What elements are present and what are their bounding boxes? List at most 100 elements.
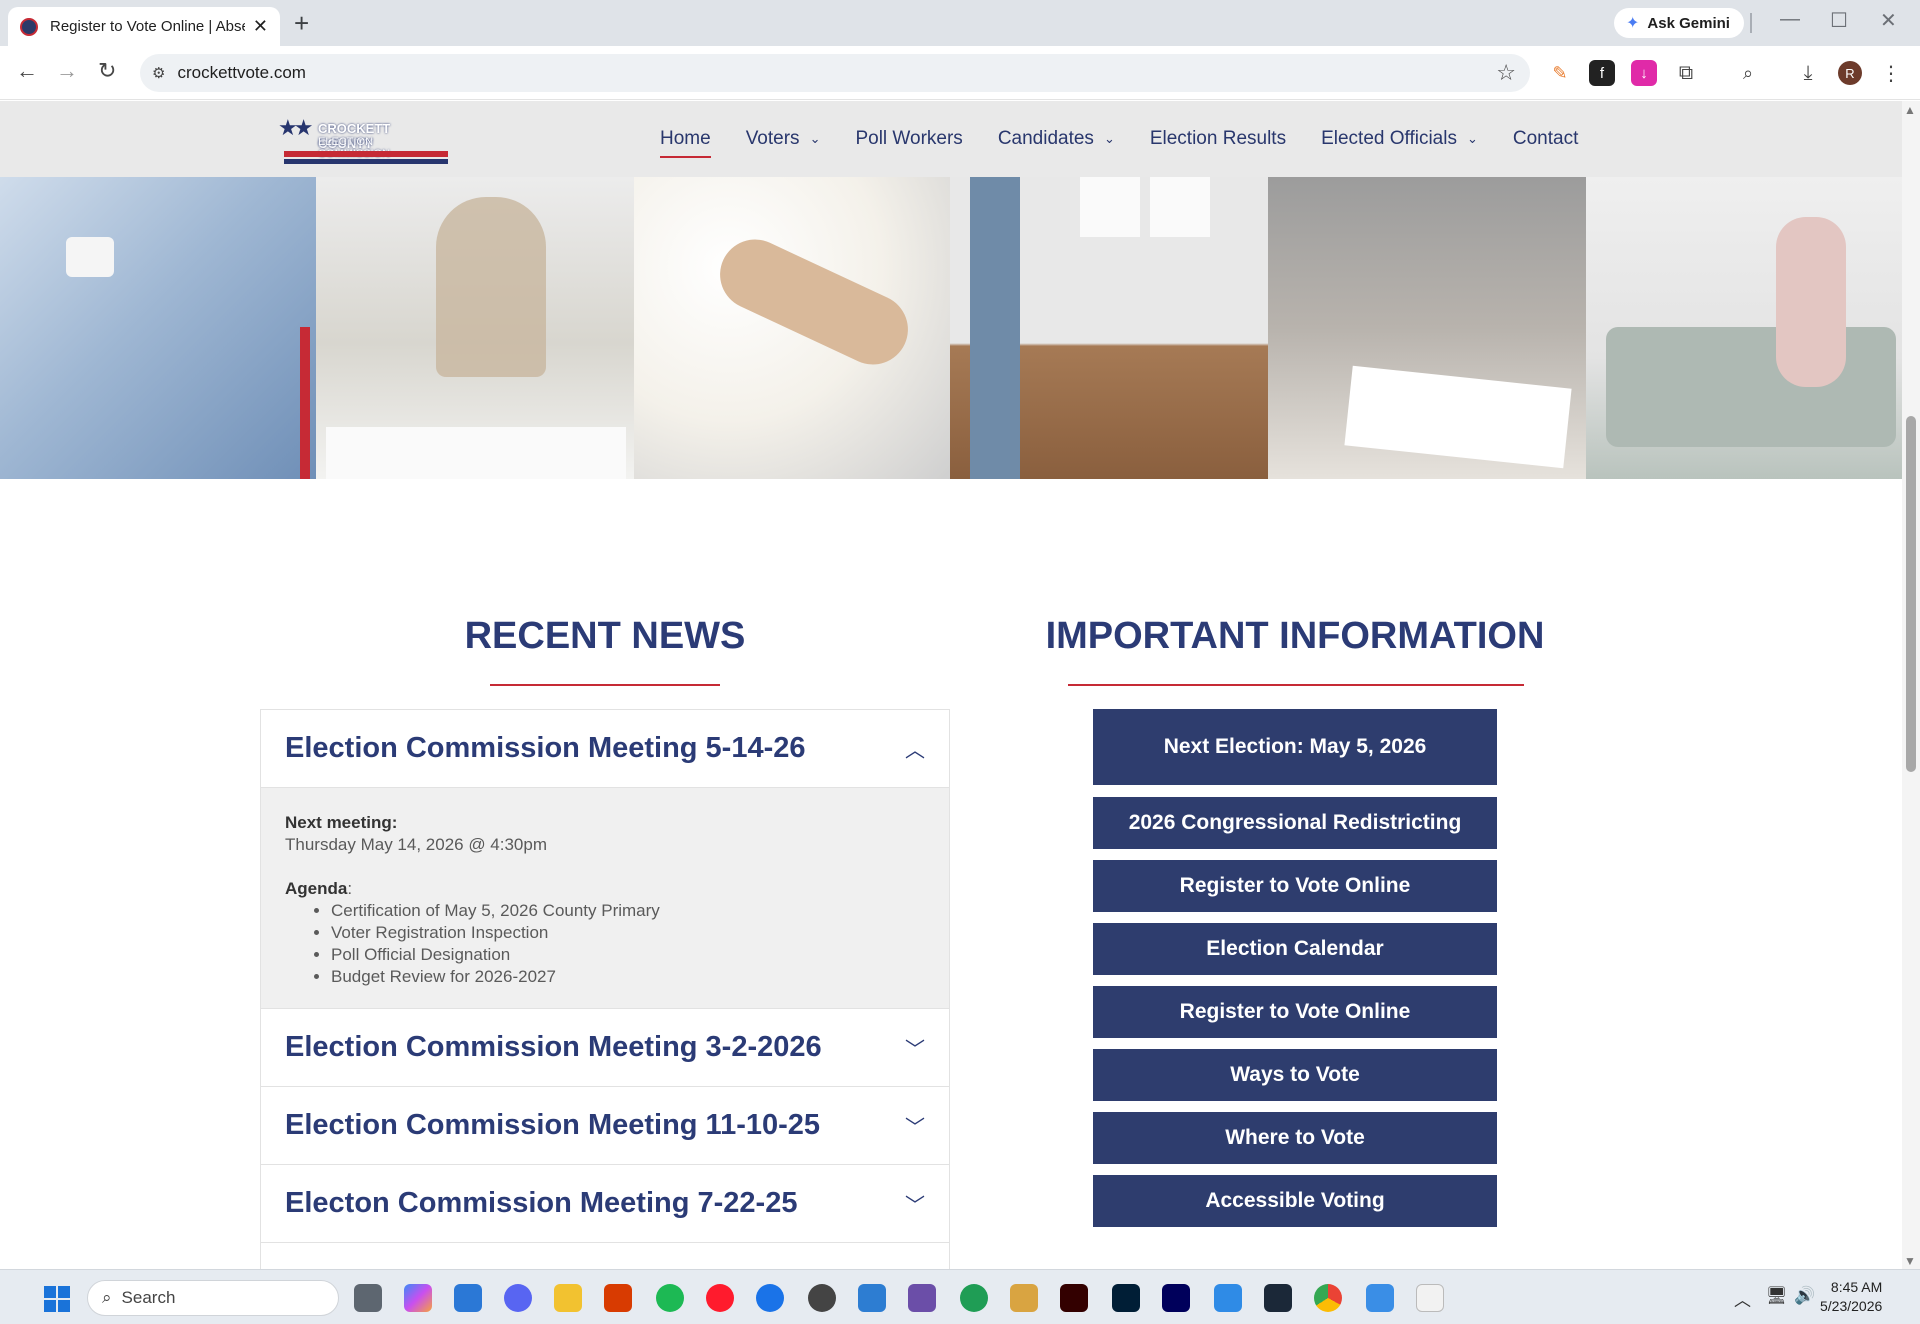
close-window-icon[interactable]: ✕ — [1880, 8, 1897, 33]
news-accordion: Election Commission Meeting 5-14-26 ︿ Ne… — [260, 709, 950, 1269]
hero-photo-strip — [0, 177, 1902, 479]
person-shape — [436, 197, 546, 377]
nav-home-label: Home — [660, 128, 711, 149]
network-icon[interactable]: 🖥 — [1766, 1286, 1788, 1306]
logo-blue-stripe — [284, 159, 448, 164]
site-settings-icon[interactable]: ⚙ — [152, 64, 165, 82]
main-navigation: Home Voters ⌄ Poll Workers Candidates ⌄ El… — [660, 101, 1613, 177]
nav-voters-label: Voters — [745, 128, 800, 149]
hero-photo-voting-booths — [950, 177, 1268, 479]
volume-icon[interactable]: 🔊 — [1794, 1286, 1815, 1306]
green-app-icon[interactable] — [960, 1284, 988, 1312]
nav-election-results[interactable]: Election Results — [1150, 128, 1286, 150]
hero-photo-handshake — [634, 177, 950, 479]
discord-icon[interactable] — [504, 1284, 532, 1312]
where-to-vote-button[interactable]: Where to Vote — [1093, 1112, 1497, 1164]
next-election-button[interactable]: Next Election: May 5, 2026 — [1093, 709, 1497, 785]
news-item-header[interactable]: Electon Commission Meeting 7-22-25 ﹀ — [261, 1165, 949, 1243]
chevron-down-icon[interactable]: ﹀ — [905, 1111, 925, 1140]
important-information-heading: IMPORTANT INFORMATION — [1045, 615, 1545, 657]
font-extension-icon[interactable]: f — [1589, 60, 1615, 86]
tray-overflow-icon[interactable]: ︿ — [1734, 1286, 1751, 1311]
hero-photo-poll-worker — [316, 177, 634, 479]
chevron-down-icon[interactable]: ﹀ — [905, 1033, 925, 1062]
illustrator-icon[interactable] — [1060, 1284, 1088, 1312]
nav-elected-officials[interactable]: Elected Officials ⌄ — [1321, 128, 1478, 150]
chrome-icon[interactable] — [1314, 1284, 1342, 1312]
scroll-up-icon[interactable]: ▲ — [1904, 103, 1916, 117]
accessible-voting-button[interactable]: Accessible Voting — [1093, 1175, 1497, 1227]
nav-home[interactable]: Home — [660, 128, 711, 158]
game-app-icon[interactable] — [908, 1284, 936, 1312]
extensions-puzzle-icon[interactable]: ⧉ — [1673, 60, 1699, 86]
steam-icon[interactable] — [1264, 1284, 1292, 1312]
photoshop-icon[interactable] — [1112, 1284, 1140, 1312]
obs-icon[interactable] — [808, 1284, 836, 1312]
news-item-header-partial[interactable] — [261, 1243, 949, 1269]
paint-app-icon[interactable] — [1366, 1284, 1394, 1312]
scrollbar-thumb[interactable] — [1906, 416, 1916, 772]
hero-photo-vote-sticker — [0, 177, 316, 479]
register-to-vote-button-2[interactable]: Register to Vote Online — [1093, 986, 1497, 1038]
profile-avatar[interactable]: R — [1838, 61, 1862, 85]
photos-icon[interactable] — [454, 1284, 482, 1312]
download-extension-icon[interactable]: ↓ — [1631, 60, 1657, 86]
nav-contact[interactable]: Contact — [1513, 128, 1578, 150]
browser-menu-icon[interactable]: ⋮ — [1878, 60, 1904, 86]
news-item-header[interactable]: Election Commission Meeting 11-10-25 ﹀ — [261, 1087, 949, 1165]
ask-gemini-button[interactable]: ✦ Ask Gemini — [1614, 8, 1744, 38]
nav-poll-workers[interactable]: Poll Workers — [855, 128, 962, 150]
agenda-list: Certification of May 5, 2026 County Prim… — [331, 900, 925, 988]
news-item-header[interactable]: Election Commission Meeting 3-2-2026 ﹀ — [261, 1009, 949, 1087]
browser-tab-strip: Register to Vote Online | Absent ✕ + ✦ A… — [0, 0, 1920, 46]
hero-photo-laptop — [1586, 177, 1902, 479]
election-calendar-button[interactable]: Election Calendar — [1093, 923, 1497, 975]
cube-app-icon[interactable] — [1010, 1284, 1038, 1312]
news-item-header[interactable]: Election Commission Meeting 5-14-26 ︿ — [261, 710, 949, 788]
color-picker-extension-icon[interactable]: ✎ — [1547, 60, 1573, 86]
register-to-vote-button[interactable]: Register to Vote Online — [1093, 860, 1497, 912]
crockett-county-logo[interactable]: ★★ CROCKETT COUNTY ELECTION COMMISSION — [278, 115, 448, 165]
file-explorer-icon[interactable] — [554, 1284, 582, 1312]
nav-candidates[interactable]: Candidates ⌄ — [998, 128, 1115, 150]
windows-start-icon[interactable] — [44, 1286, 70, 1312]
chevron-down-icon[interactable]: ﹀ — [905, 1189, 925, 1218]
clock-time: 8:45 AM — [1830, 1279, 1883, 1295]
tab-close-icon[interactable]: ✕ — [253, 16, 268, 37]
scroll-down-icon[interactable]: ▼ — [1904, 1254, 1916, 1268]
new-tab-button[interactable]: + — [294, 10, 309, 36]
taskbar-clock[interactable]: 8:45 AM 5/23/2026 — [1820, 1278, 1882, 1316]
copilot-icon[interactable] — [404, 1284, 432, 1312]
premiere-icon[interactable] — [1162, 1284, 1190, 1312]
task-view-icon[interactable] — [354, 1284, 382, 1312]
chevron-up-icon[interactable]: ︿ — [905, 734, 925, 763]
minimize-icon[interactable]: — — [1780, 8, 1800, 31]
ways-to-vote-button[interactable]: Ways to Vote — [1093, 1049, 1497, 1101]
taskbar-search[interactable]: ⌕ Search — [87, 1280, 339, 1316]
snipping-app-icon[interactable] — [1416, 1284, 1444, 1312]
sofa-shape — [1606, 327, 1896, 447]
congressional-redistricting-button[interactable]: 2026 Congressional Redistricting — [1093, 797, 1497, 849]
spotify-icon[interactable] — [656, 1284, 684, 1312]
notepad-icon[interactable] — [1214, 1284, 1242, 1312]
forward-icon[interactable]: → — [56, 58, 78, 84]
address-bar[interactable]: ⚙ crockettvote.com ☆ — [140, 54, 1530, 92]
reload-icon[interactable]: ↻ — [98, 58, 116, 84]
tab-search-icon[interactable]: ⌕ — [1735, 60, 1761, 86]
news-item-title: Election Commission Meeting 3-2-2026 — [285, 1031, 822, 1063]
downloads-icon[interactable]: ⤓ — [1795, 60, 1821, 86]
nav-elected-officials-label: Elected Officials — [1321, 128, 1457, 149]
bluetooth-app-icon[interactable] — [756, 1284, 784, 1312]
browser-tab[interactable]: Register to Vote Online | Absent ✕ — [8, 7, 280, 46]
gemini-spark-icon: ✦ — [1626, 15, 1640, 32]
address-bar-url[interactable]: crockettvote.com — [177, 63, 306, 83]
bookmark-star-icon[interactable]: ☆ — [1496, 60, 1516, 86]
app-window-icon[interactable] — [858, 1284, 886, 1312]
news-item-title: Election Commission Meeting 11-10-25 — [285, 1109, 821, 1141]
nav-voters[interactable]: Voters ⌄ — [746, 128, 821, 150]
office-icon[interactable] — [604, 1284, 632, 1312]
maximize-icon[interactable]: ☐ — [1830, 8, 1848, 33]
agenda-colon: : — [347, 879, 353, 898]
opera-icon[interactable] — [706, 1284, 734, 1312]
back-icon[interactable]: ← — [16, 58, 38, 84]
